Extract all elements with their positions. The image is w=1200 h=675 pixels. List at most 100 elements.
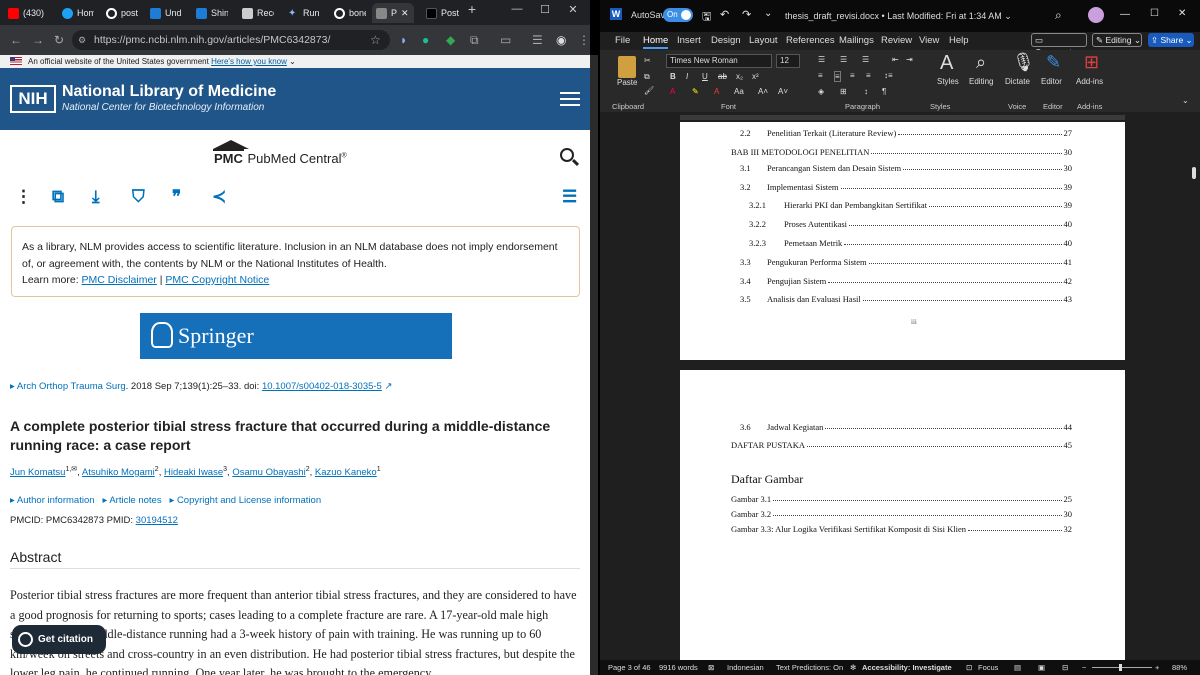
styles-button[interactable]: Styles bbox=[937, 77, 959, 86]
bookmark-icon[interactable]: ⛉ bbox=[132, 187, 145, 207]
pmc-logo[interactable]: PMC PubMed Central® bbox=[213, 149, 347, 166]
author-information-toggle[interactable]: ▸ Author information bbox=[10, 495, 95, 506]
font-size-select[interactable]: 12 bbox=[776, 54, 800, 68]
author-link[interactable]: Jun Komatsu bbox=[10, 467, 65, 478]
tab-view[interactable]: View bbox=[919, 35, 939, 46]
tab-close-icon[interactable]: ✕ bbox=[401, 8, 409, 19]
grow-font-icon[interactable]: A˄ bbox=[758, 87, 768, 96]
customize-toolbar-icon[interactable]: ⌄ bbox=[764, 8, 772, 19]
site-info-icon[interactable]: ⚙ bbox=[78, 35, 86, 46]
tab-post2[interactable]: Post bbox=[422, 3, 462, 23]
tab-home[interactable]: Home bbox=[643, 35, 669, 49]
tab-active[interactable]: P ✕ bbox=[372, 3, 414, 23]
share-icon[interactable]: ≺ bbox=[212, 187, 226, 207]
focus-mode[interactable]: Focus bbox=[978, 663, 998, 672]
toc-entry[interactable]: 2.2 Penelitian Terkait (Literature Review… bbox=[740, 128, 1072, 138]
multilevel-list-icon[interactable]: ☰ bbox=[862, 55, 869, 64]
editor-icon[interactable]: ✎ bbox=[1046, 52, 1061, 73]
tab-mailings[interactable]: Mailings bbox=[839, 35, 874, 46]
tab-design[interactable]: Design bbox=[711, 35, 741, 46]
document-page[interactable]: 2.2 Penelitian Terkait (Literature Review… bbox=[680, 122, 1125, 360]
redo-icon[interactable]: ↷ bbox=[742, 8, 751, 21]
italic-button[interactable]: I bbox=[686, 72, 688, 81]
tab-shin[interactable]: Shin bbox=[192, 3, 228, 23]
search-icon[interactable] bbox=[560, 148, 574, 162]
hamburger-menu-icon[interactable] bbox=[560, 92, 580, 106]
toc-entry[interactable]: BAB III METODOLOGI PENELITIAN 30 bbox=[731, 147, 1072, 157]
toc-entry[interactable]: 3.6 Jadwal Kegiatan 44 bbox=[740, 422, 1072, 432]
paste-button[interactable]: Paste bbox=[617, 78, 637, 87]
user-avatar[interactable] bbox=[1088, 7, 1104, 23]
save-icon[interactable]: 🖫 bbox=[702, 8, 711, 27]
publisher-banner[interactable]: Springer bbox=[140, 313, 452, 359]
figure-entry[interactable]: Gambar 3.3: Alur Logika Verifikasi Serti… bbox=[731, 524, 1072, 534]
collapse-ribbon-icon[interactable]: ⌄ bbox=[1182, 96, 1189, 105]
add-ins-button[interactable]: Add-ins bbox=[1076, 77, 1103, 86]
download-icon[interactable]: ⤓ bbox=[92, 187, 100, 207]
ruler[interactable] bbox=[600, 112, 1200, 122]
toc-entry[interactable]: 3.5 Analisis dan Evaluasi Hasil 43 bbox=[740, 294, 1072, 304]
align-center-icon[interactable]: ≡ bbox=[834, 71, 841, 82]
nih-logo[interactable]: NIH bbox=[10, 85, 56, 113]
back-icon[interactable]: ← bbox=[10, 33, 22, 47]
change-case-icon[interactable]: Aa bbox=[734, 87, 744, 96]
open-external-icon[interactable]: ⧉ bbox=[52, 187, 64, 207]
autosave-toggle[interactable]: On bbox=[663, 8, 693, 22]
tab-reco[interactable]: Reco bbox=[238, 3, 274, 23]
tab-file[interactable]: File bbox=[615, 35, 630, 46]
tab-bone[interactable]: bone bbox=[330, 3, 366, 23]
article-notes-toggle[interactable]: ▸ Article notes bbox=[102, 495, 161, 506]
extension-icon[interactable]: ◗ bbox=[400, 33, 407, 47]
toc-entry[interactable]: 3.2.3 Pemetaan Metrik 40 bbox=[749, 238, 1072, 248]
close-icon[interactable]: ✕ bbox=[1178, 8, 1186, 19]
doi-link[interactable]: 10.1007/s00402-018-3035-5 bbox=[262, 381, 382, 392]
add-ins-icon[interactable]: ⊞ bbox=[1084, 52, 1099, 73]
browser-scrollbar[interactable] bbox=[590, 55, 598, 675]
dictate-button[interactable]: Dictate bbox=[1005, 77, 1030, 86]
editor-button[interactable]: Editor bbox=[1041, 77, 1062, 86]
gov-banner-link[interactable]: Here's how you know bbox=[211, 57, 287, 66]
accessibility-status[interactable]: Accessibility: Investigate bbox=[862, 663, 952, 672]
styles-icon[interactable]: A bbox=[940, 52, 953, 75]
author-link[interactable]: Atsuhiko Mogami bbox=[82, 467, 155, 478]
tab-undi[interactable]: Undi bbox=[146, 3, 182, 23]
figure-entry[interactable]: Gambar 3.2 30 bbox=[731, 509, 1072, 519]
tab-review[interactable]: Review bbox=[881, 35, 912, 46]
increase-indent-icon[interactable]: ⇥ bbox=[906, 55, 913, 64]
menu-icon[interactable]: ⋮ bbox=[578, 33, 590, 47]
proofing-icon[interactable]: ⊠ bbox=[708, 663, 714, 672]
superscript-button[interactable]: x² bbox=[752, 72, 759, 81]
align-right-icon[interactable]: ≡ bbox=[850, 71, 855, 80]
nlm-title[interactable]: National Library of Medicine bbox=[62, 83, 276, 101]
language[interactable]: Indonesian bbox=[727, 663, 764, 672]
cut-icon[interactable]: ✂ bbox=[644, 56, 651, 65]
font-name-select[interactable]: Times New Roman bbox=[666, 54, 772, 68]
comments-button[interactable]: ▭ Comments bbox=[1031, 33, 1087, 57]
word-count[interactable]: 9916 words bbox=[659, 663, 698, 672]
figure-entry[interactable]: Gambar 3.1 25 bbox=[731, 494, 1072, 504]
paste-icon[interactable] bbox=[618, 56, 636, 78]
tab-references[interactable]: References bbox=[786, 35, 835, 46]
profile-avatar[interactable]: ◉ bbox=[556, 33, 566, 47]
maximize-icon[interactable]: ☐ bbox=[1150, 8, 1159, 19]
shrink-font-icon[interactable]: A˅ bbox=[778, 87, 788, 96]
pmc-disclaimer-link[interactable]: PMC Disclaimer bbox=[82, 274, 157, 286]
strikethrough-button[interactable]: ab bbox=[718, 72, 727, 81]
tab-post[interactable]: post bbox=[102, 3, 138, 23]
text-effects-icon[interactable]: A bbox=[670, 87, 675, 96]
zoom-out-icon[interactable]: − bbox=[1082, 663, 1086, 672]
tab-youtube[interactable]: (430) bbox=[4, 3, 44, 23]
forward-icon[interactable]: → bbox=[32, 33, 44, 47]
maximize-icon[interactable]: ☐ bbox=[533, 3, 557, 16]
tab-twitter[interactable]: Hom bbox=[58, 3, 94, 23]
grammarly-icon[interactable]: ● bbox=[422, 33, 429, 47]
editing-button[interactable]: Editing bbox=[969, 77, 993, 86]
toc-entry[interactable]: DAFTAR PUSTAKA 45 bbox=[731, 440, 1072, 450]
line-spacing-icon[interactable]: ↕≡ bbox=[884, 71, 893, 80]
zoom-slider-thumb[interactable] bbox=[1119, 664, 1122, 671]
toc-entry[interactable]: 3.2 Implementasi Sistem 39 bbox=[740, 182, 1072, 192]
numbering-icon[interactable]: ☰ bbox=[840, 55, 847, 64]
url-input[interactable]: https://pmc.ncbi.nlm.nih.gov/articles/PM… bbox=[72, 30, 390, 50]
toc-entry[interactable]: 3.1 Perancangan Sistem dan Desain Sistem 3… bbox=[740, 163, 1072, 173]
tab-insert[interactable]: Insert bbox=[677, 35, 701, 46]
